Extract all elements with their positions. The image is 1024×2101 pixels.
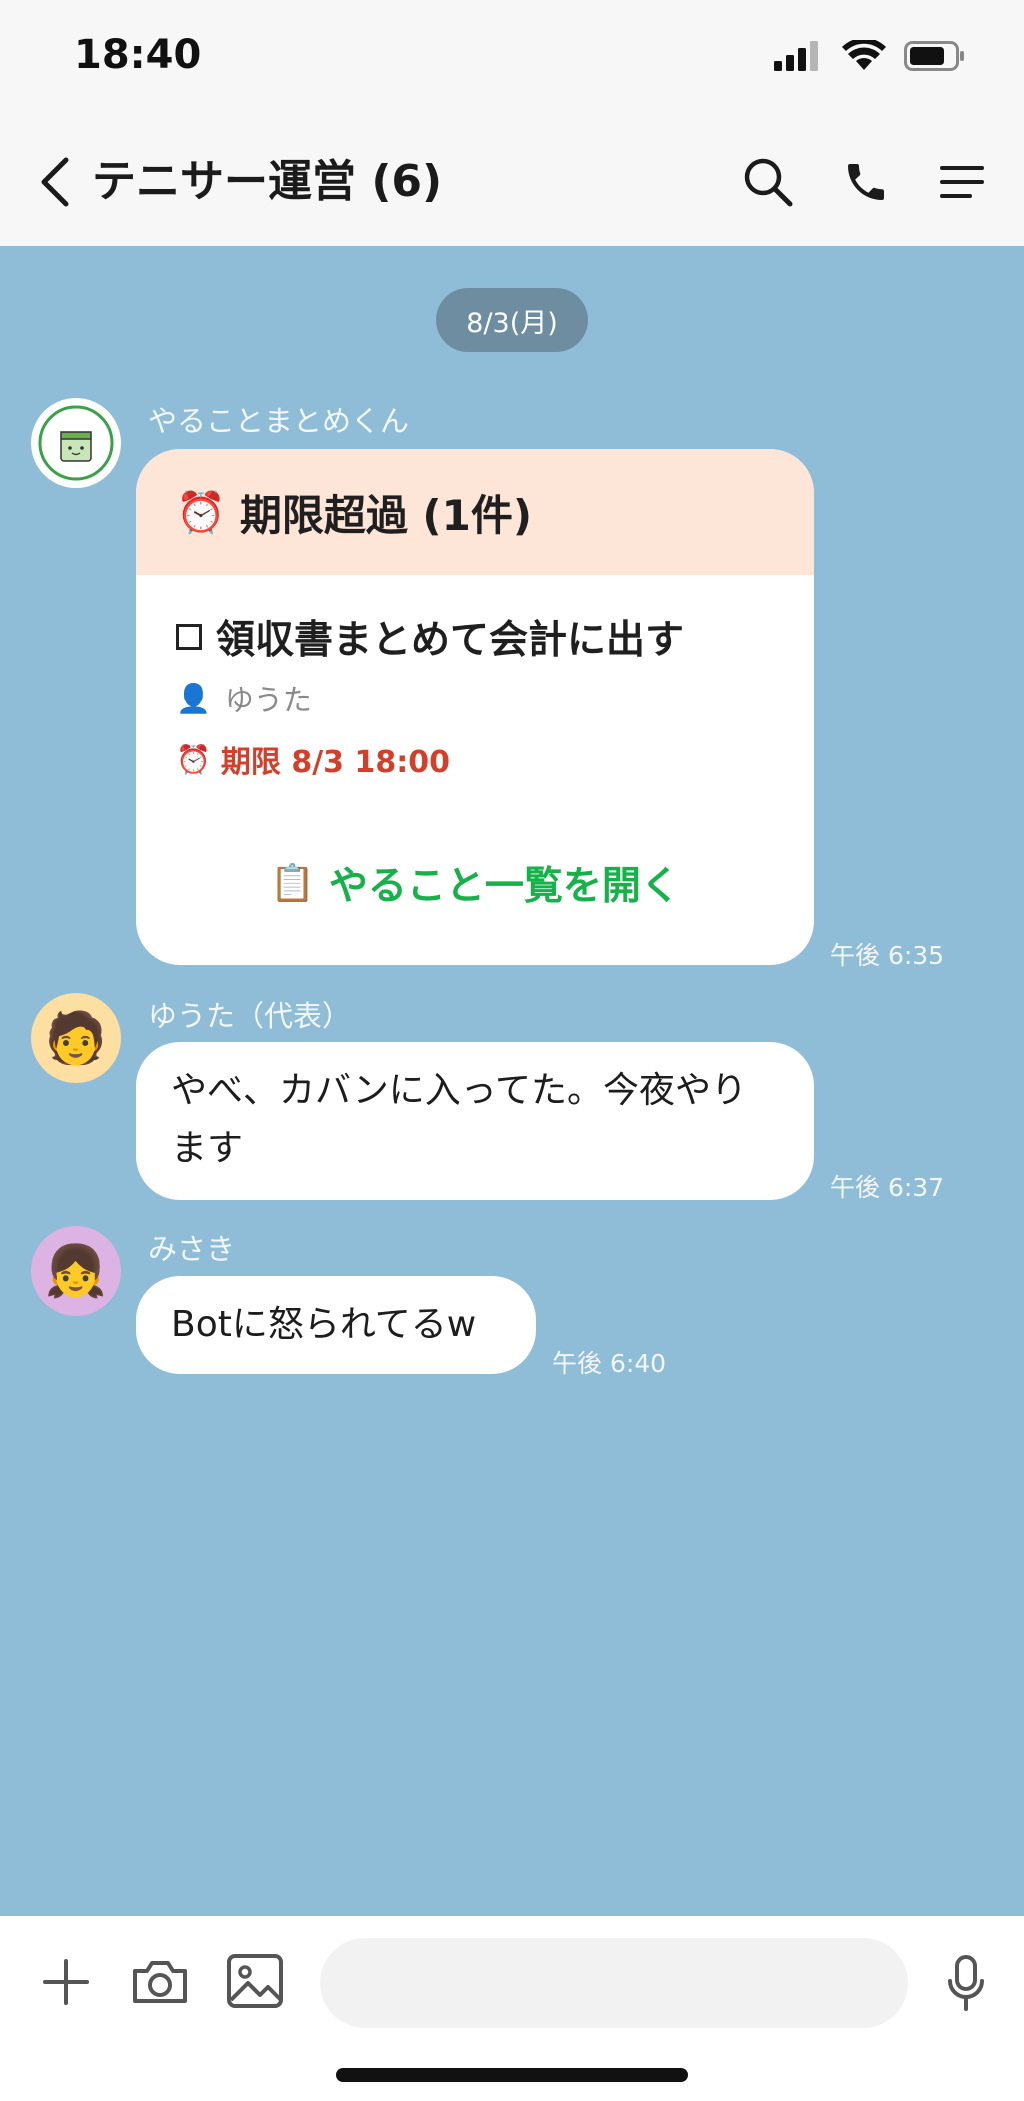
date-divider: 8/3(月) <box>436 288 588 352</box>
open-task-list-label: やること一覧を開く <box>328 864 680 909</box>
message-input[interactable] <box>320 1938 908 2028</box>
message-time: 午後 6:37 <box>830 1173 945 1202</box>
checkbox-icon[interactable] <box>176 624 202 650</box>
sender-name: みさき <box>148 1232 236 1266</box>
back-button[interactable] <box>30 152 80 212</box>
person-avatar-icon: 🧑 <box>44 1009 108 1067</box>
person-icon: 👤 <box>176 681 211 715</box>
signal-icon <box>774 41 824 75</box>
overdue-task-card: ⏰ 期限超過 (1件) 領収書まとめて会計に出す 👤 ゆうた ⏰ 期限 8/3 … <box>136 449 814 965</box>
call-button[interactable] <box>836 152 896 212</box>
battery-icon <box>904 41 966 75</box>
bot-avatar[interactable] <box>31 398 121 488</box>
task-item[interactable]: 領収書まとめて会計に出す <box>176 609 684 665</box>
bot-logo-icon <box>38 405 114 481</box>
alarm-clock-icon: ⏰ <box>176 489 226 536</box>
camera-button[interactable] <box>128 1950 192 2014</box>
menu-icon <box>940 166 984 198</box>
plus-icon <box>43 1959 89 2005</box>
card-title: 期限超過 (1件) <box>239 490 533 540</box>
user-avatar-misaki[interactable]: 👧 <box>31 1226 121 1316</box>
message-time: 午後 6:40 <box>552 1349 667 1378</box>
task-title: 領収書まとめて会計に出す <box>216 618 685 663</box>
sender-name: やることまとめくん <box>148 404 410 438</box>
voice-button[interactable] <box>936 1950 996 2016</box>
chat-title: テニサー運営 (6) <box>92 156 443 207</box>
task-assignee: 👤 ゆうた <box>176 677 312 719</box>
alarm-clock-icon: ⏰ <box>176 742 211 776</box>
gallery-button[interactable] <box>222 1948 288 2014</box>
search-button[interactable] <box>738 152 798 212</box>
sender-name: ゆうた（代表） <box>148 999 352 1033</box>
chat-header: テニサー運営 (6) <box>0 118 1024 246</box>
due-date: 期限 8/3 18:00 <box>220 745 450 780</box>
assignee-name: ゆうた <box>224 683 312 717</box>
phone-icon <box>848 164 884 200</box>
message-bubble[interactable]: やべ、カバンに入ってた。今夜やります <box>136 1042 814 1200</box>
message-time: 午後 6:35 <box>830 941 945 970</box>
search-icon <box>744 158 793 207</box>
image-icon <box>227 1954 283 2008</box>
chevron-left-icon <box>41 157 69 207</box>
message-bubble[interactable]: Botに怒られてるw <box>136 1276 536 1374</box>
menu-button[interactable] <box>932 152 992 212</box>
camera-icon <box>133 1961 187 2003</box>
status-icons <box>774 37 966 76</box>
task-due: ⏰ 期限 8/3 18:00 <box>176 737 450 781</box>
add-button[interactable] <box>36 1952 96 2012</box>
status-bar: 18:40 <box>0 0 1024 118</box>
open-task-list-button[interactable]: 📋 やること一覧を開く <box>136 855 814 911</box>
user-avatar-yuta[interactable]: 🧑 <box>31 993 121 1083</box>
home-indicator <box>336 2068 688 2082</box>
status-time: 18:40 <box>74 32 202 78</box>
message-input-bar <box>0 1916 1024 2101</box>
card-header: ⏰ 期限超過 (1件) <box>136 449 814 575</box>
clipboard-icon: 📋 <box>270 863 315 904</box>
girl-avatar-icon: 👧 <box>44 1242 108 1300</box>
microphone-icon <box>948 1955 984 2011</box>
wifi-icon <box>842 37 886 76</box>
